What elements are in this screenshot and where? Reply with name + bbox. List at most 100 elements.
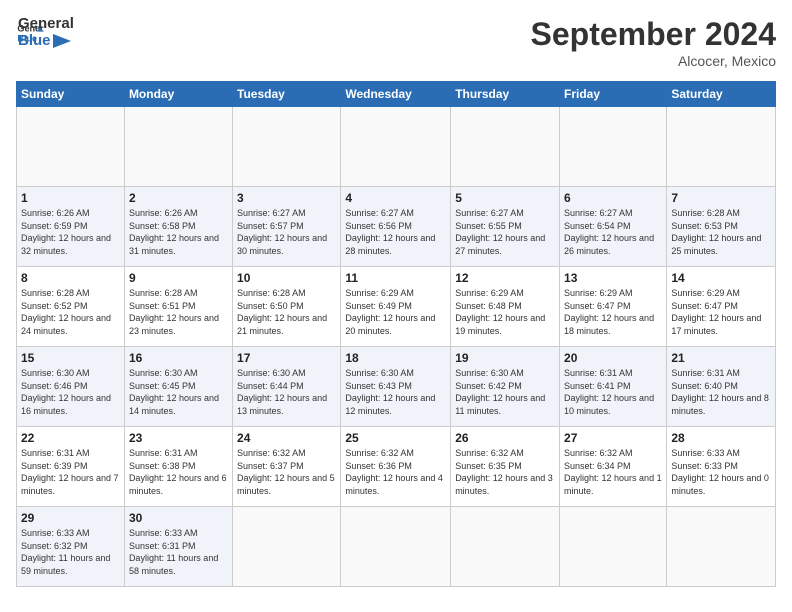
col-monday: Monday [124, 82, 232, 107]
day-number: 19 [455, 351, 555, 365]
table-row: 11 Sunrise: 6:29 AMSunset: 6:49 PMDaylig… [341, 267, 451, 347]
table-row [341, 507, 451, 587]
page-header: General Blue General Blue September 2024… [16, 16, 776, 69]
table-row [233, 107, 341, 187]
calendar-week-row: 15 Sunrise: 6:30 AMSunset: 6:46 PMDaylig… [17, 347, 776, 427]
day-number: 13 [564, 271, 662, 285]
day-info: Sunrise: 6:27 AMSunset: 6:57 PMDaylight:… [237, 207, 336, 257]
day-info: Sunrise: 6:32 AMSunset: 6:34 PMDaylight:… [564, 447, 662, 497]
day-info: Sunrise: 6:26 AMSunset: 6:58 PMDaylight:… [129, 207, 228, 257]
table-row [560, 107, 667, 187]
day-info: Sunrise: 6:30 AMSunset: 6:46 PMDaylight:… [21, 367, 120, 417]
title-block: September 2024 Alcocer, Mexico [531, 16, 776, 69]
table-row: 2 Sunrise: 6:26 AMSunset: 6:58 PMDayligh… [124, 187, 232, 267]
day-number: 28 [671, 431, 771, 445]
calendar-week-row: 8 Sunrise: 6:28 AMSunset: 6:52 PMDayligh… [17, 267, 776, 347]
day-number: 27 [564, 431, 662, 445]
day-number: 7 [671, 191, 771, 205]
table-row: 12 Sunrise: 6:29 AMSunset: 6:48 PMDaylig… [451, 267, 560, 347]
table-row: 10 Sunrise: 6:28 AMSunset: 6:50 PMDaylig… [233, 267, 341, 347]
day-info: Sunrise: 6:28 AMSunset: 6:51 PMDaylight:… [129, 287, 228, 337]
day-number: 18 [345, 351, 446, 365]
table-row: 7 Sunrise: 6:28 AMSunset: 6:53 PMDayligh… [667, 187, 776, 267]
logo-general-text: General [18, 16, 74, 33]
day-info: Sunrise: 6:27 AMSunset: 6:55 PMDaylight:… [455, 207, 555, 257]
col-thursday: Thursday [451, 82, 560, 107]
table-row: 14 Sunrise: 6:29 AMSunset: 6:47 PMDaylig… [667, 267, 776, 347]
table-row: 20 Sunrise: 6:31 AMSunset: 6:41 PMDaylig… [560, 347, 667, 427]
page-container: General Blue General Blue September 2024… [0, 0, 792, 595]
day-info: Sunrise: 6:26 AMSunset: 6:59 PMDaylight:… [21, 207, 120, 257]
day-number: 9 [129, 271, 228, 285]
table-row [17, 107, 125, 187]
day-info: Sunrise: 6:30 AMSunset: 6:42 PMDaylight:… [455, 367, 555, 417]
day-number: 6 [564, 191, 662, 205]
table-row: 22 Sunrise: 6:31 AMSunset: 6:39 PMDaylig… [17, 427, 125, 507]
day-number: 20 [564, 351, 662, 365]
day-number: 14 [671, 271, 771, 285]
table-row: 13 Sunrise: 6:29 AMSunset: 6:47 PMDaylig… [560, 267, 667, 347]
col-saturday: Saturday [667, 82, 776, 107]
day-number: 11 [345, 271, 446, 285]
day-info: Sunrise: 6:29 AMSunset: 6:47 PMDaylight:… [671, 287, 771, 337]
calendar-header-row: Sunday Monday Tuesday Wednesday Thursday… [17, 82, 776, 107]
day-info: Sunrise: 6:33 AMSunset: 6:31 PMDaylight:… [129, 527, 228, 577]
day-number: 26 [455, 431, 555, 445]
table-row: 23 Sunrise: 6:31 AMSunset: 6:38 PMDaylig… [124, 427, 232, 507]
table-row: 3 Sunrise: 6:27 AMSunset: 6:57 PMDayligh… [233, 187, 341, 267]
day-info: Sunrise: 6:33 AMSunset: 6:32 PMDaylight:… [21, 527, 120, 577]
table-row [233, 507, 341, 587]
table-row: 5 Sunrise: 6:27 AMSunset: 6:55 PMDayligh… [451, 187, 560, 267]
day-info: Sunrise: 6:27 AMSunset: 6:56 PMDaylight:… [345, 207, 446, 257]
logo-arrow-icon [53, 34, 71, 48]
table-row [667, 107, 776, 187]
col-tuesday: Tuesday [233, 82, 341, 107]
day-number: 25 [345, 431, 446, 445]
table-row: 6 Sunrise: 6:27 AMSunset: 6:54 PMDayligh… [560, 187, 667, 267]
day-info: Sunrise: 6:27 AMSunset: 6:54 PMDaylight:… [564, 207, 662, 257]
day-number: 5 [455, 191, 555, 205]
table-row: 18 Sunrise: 6:30 AMSunset: 6:43 PMDaylig… [341, 347, 451, 427]
day-info: Sunrise: 6:31 AMSunset: 6:41 PMDaylight:… [564, 367, 662, 417]
day-number: 4 [345, 191, 446, 205]
day-number: 12 [455, 271, 555, 285]
logo-blue-text: Blue [18, 33, 74, 50]
day-number: 1 [21, 191, 120, 205]
table-row: 4 Sunrise: 6:27 AMSunset: 6:56 PMDayligh… [341, 187, 451, 267]
day-number: 8 [21, 271, 120, 285]
table-row: 30 Sunrise: 6:33 AMSunset: 6:31 PMDaylig… [124, 507, 232, 587]
day-number: 15 [21, 351, 120, 365]
calendar-week-row: 29 Sunrise: 6:33 AMSunset: 6:32 PMDaylig… [17, 507, 776, 587]
day-info: Sunrise: 6:33 AMSunset: 6:33 PMDaylight:… [671, 447, 771, 497]
day-number: 30 [129, 511, 228, 525]
day-info: Sunrise: 6:28 AMSunset: 6:52 PMDaylight:… [21, 287, 120, 337]
day-info: Sunrise: 6:32 AMSunset: 6:35 PMDaylight:… [455, 447, 555, 497]
day-info: Sunrise: 6:28 AMSunset: 6:53 PMDaylight:… [671, 207, 771, 257]
day-info: Sunrise: 6:31 AMSunset: 6:38 PMDaylight:… [129, 447, 228, 497]
col-friday: Friday [560, 82, 667, 107]
table-row: 19 Sunrise: 6:30 AMSunset: 6:42 PMDaylig… [451, 347, 560, 427]
day-info: Sunrise: 6:30 AMSunset: 6:45 PMDaylight:… [129, 367, 228, 417]
table-row: 26 Sunrise: 6:32 AMSunset: 6:35 PMDaylig… [451, 427, 560, 507]
table-row: 29 Sunrise: 6:33 AMSunset: 6:32 PMDaylig… [17, 507, 125, 587]
month-title: September 2024 [531, 16, 776, 53]
day-number: 29 [21, 511, 120, 525]
table-row: 17 Sunrise: 6:30 AMSunset: 6:44 PMDaylig… [233, 347, 341, 427]
table-row [667, 507, 776, 587]
day-number: 10 [237, 271, 336, 285]
table-row: 27 Sunrise: 6:32 AMSunset: 6:34 PMDaylig… [560, 427, 667, 507]
table-row: 1 Sunrise: 6:26 AMSunset: 6:59 PMDayligh… [17, 187, 125, 267]
day-number: 17 [237, 351, 336, 365]
table-row [451, 507, 560, 587]
day-number: 22 [21, 431, 120, 445]
day-number: 2 [129, 191, 228, 205]
logo: General Blue General Blue [16, 16, 74, 49]
day-info: Sunrise: 6:32 AMSunset: 6:37 PMDaylight:… [237, 447, 336, 497]
day-info: Sunrise: 6:31 AMSunset: 6:39 PMDaylight:… [21, 447, 120, 497]
day-info: Sunrise: 6:31 AMSunset: 6:40 PMDaylight:… [671, 367, 771, 417]
table-row: 16 Sunrise: 6:30 AMSunset: 6:45 PMDaylig… [124, 347, 232, 427]
calendar-table: Sunday Monday Tuesday Wednesday Thursday… [16, 81, 776, 587]
table-row [124, 107, 232, 187]
table-row: 9 Sunrise: 6:28 AMSunset: 6:51 PMDayligh… [124, 267, 232, 347]
day-number: 21 [671, 351, 771, 365]
